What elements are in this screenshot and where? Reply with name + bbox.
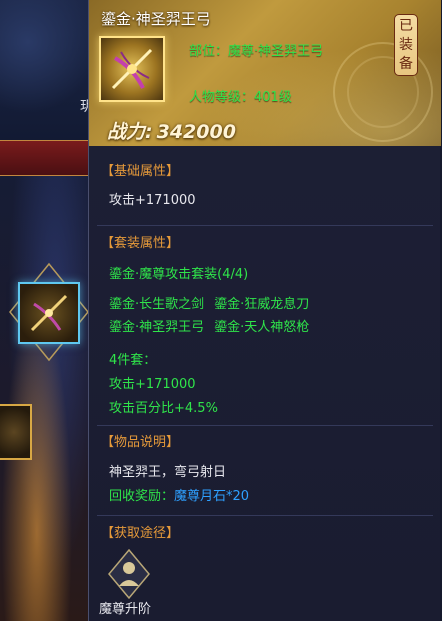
badge-char-2: 装 <box>399 37 413 53</box>
combat-power: 战力: 342000 <box>107 117 236 144</box>
scene-character-area <box>0 176 92 621</box>
item-icon-frame <box>99 36 165 102</box>
item-level-label: 人物等级：401级 <box>189 90 292 105</box>
item-tooltip: 鎏金·神圣羿王弓 已 装 备 部位：魔尊·神圣羿王弓 人物等级：401级 战力:… <box>88 0 441 621</box>
bow-icon <box>111 48 153 90</box>
divider <box>97 425 433 426</box>
section-title-desc: 【物品说明】 <box>101 435 180 450</box>
set-piece: 鎏金·神圣羿王弓 <box>109 320 205 335</box>
set-name: 鎏金·魔尊攻击套装(4/4) <box>109 267 249 282</box>
set-piece: 鎏金·天人神怒枪 <box>214 320 310 335</box>
equipment-slot-bow[interactable] <box>18 282 80 344</box>
divider <box>97 225 433 226</box>
set-bonus-line: 攻击百分比+4.5% <box>109 401 218 416</box>
base-attr-line: 攻击+171000 <box>109 193 196 208</box>
source-label[interactable]: 魔尊升阶 <box>99 598 151 617</box>
recycle-reward: 回收奖励：魔尊月石*20 <box>109 485 249 504</box>
tooltip-header: 鎏金·神圣羿王弓 已 装 备 部位：魔尊·神圣羿王弓 人物等级：401级 战力:… <box>89 0 441 146</box>
badge-char-3: 备 <box>399 56 413 72</box>
section-title-source: 【获取途径】 <box>101 526 180 541</box>
section-title-base: 【基础属性】 <box>101 164 180 179</box>
equipped-badge: 已 装 备 <box>394 14 418 76</box>
item-description: 神圣羿王，弯弓射日 <box>109 465 227 480</box>
divider <box>97 515 433 516</box>
set-bonus-line: 攻击+171000 <box>109 377 196 392</box>
equipment-slot-partial[interactable] <box>0 404 32 460</box>
bow-icon <box>30 294 68 332</box>
recycle-reward-value: 魔尊月石*20 <box>174 489 250 504</box>
set-bonus-title: 4件套： <box>109 353 157 368</box>
set-piece: 鎏金·长生歌之剑 <box>109 297 205 312</box>
scene-panel-top <box>0 0 92 140</box>
set-piece: 鎏金·狂威龙息刀 <box>214 297 310 312</box>
recycle-reward-label: 回收奖励： <box>109 489 175 504</box>
item-name: 鎏金·神圣羿王弓 <box>101 10 211 28</box>
combat-power-value: 342000 <box>156 121 236 143</box>
section-title-set: 【套装属性】 <box>101 236 180 251</box>
set-pieces-row-1: 鎏金·长生歌之剑 鎏金·狂威龙息刀 <box>109 293 309 312</box>
demon-lord-ascend-icon[interactable] <box>107 548 151 600</box>
badge-char-1: 已 <box>399 18 413 34</box>
scene-red-banner <box>0 140 92 176</box>
set-pieces-row-2: 鎏金·神圣羿王弓 鎏金·天人神怒枪 <box>109 316 309 335</box>
item-slot-label: 部位：魔尊·神圣羿王弓 <box>189 44 324 59</box>
combat-power-label: 战力: <box>107 121 153 143</box>
